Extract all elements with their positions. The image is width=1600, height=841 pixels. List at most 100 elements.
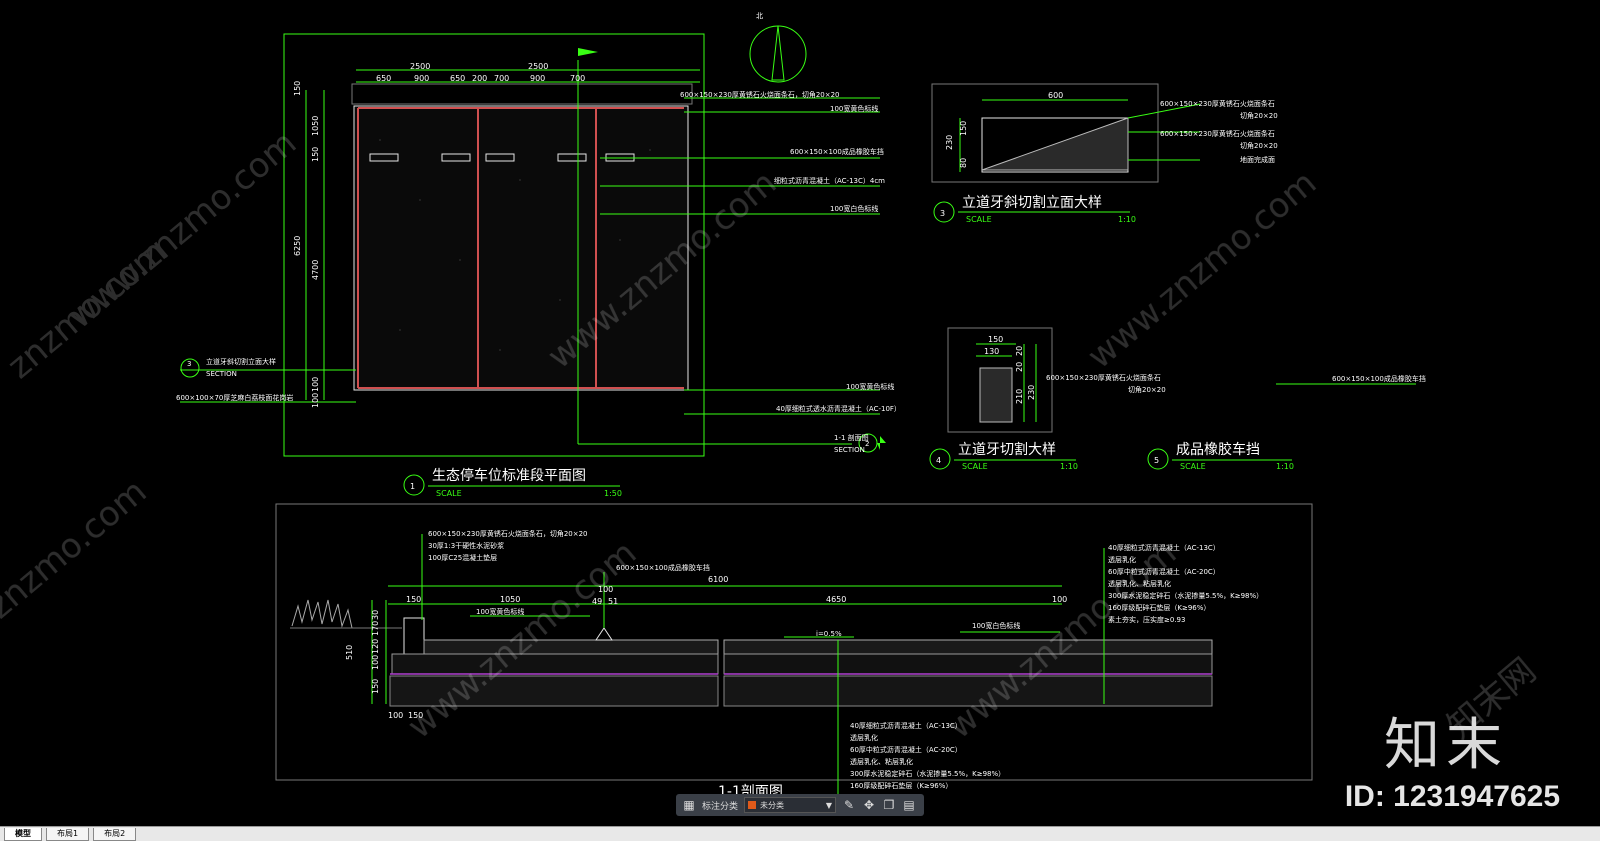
sec-left-leader-2: 100厚C25混凝土垫层: [428, 553, 497, 562]
d4-leader-1: 切角20×20: [1128, 385, 1166, 394]
d3-leader-0: 600×150×230厚黄锈石火烧面条石: [1160, 99, 1275, 108]
watermark-logo: 知末: [1384, 713, 1508, 778]
d4-title: 立道牙切割大样: [958, 441, 1056, 458]
sec-bottom-leader-5: 160厚级配碎石垫层（K≥96%）: [850, 781, 952, 790]
sec-bottom-leader-3: 透层乳化、粘层乳化: [850, 757, 913, 766]
d5-leader: 600×150×100成品橡胶车挡: [1332, 374, 1426, 383]
plan-dim-top-1: 2500: [528, 62, 548, 71]
d3-leader-1: 切角20×20: [1240, 111, 1278, 120]
d3-title: 立道牙斜切割立面大样: [962, 194, 1102, 211]
copy-icon[interactable]: ❐: [882, 798, 896, 812]
d5-scale-label: SCALE: [1180, 462, 1206, 471]
plan-dim-sub-1: 900: [414, 74, 429, 83]
sec-bottom-leader-2: 60厚中粒式沥青混凝土（AC-20C）: [850, 745, 962, 754]
toolbar-label: 标注分类: [702, 801, 739, 812]
watermark-id: ID: 1231947625: [1344, 780, 1560, 813]
grid-icon[interactable]: ▦: [682, 798, 696, 812]
sec-dim-left-3: 120: [371, 639, 380, 654]
d3-dim-left-2: 80: [959, 158, 968, 168]
section-mark-sub: SECTION: [834, 446, 865, 454]
d3-dim-left-1: 150: [959, 121, 968, 136]
plan-left-note-2: 600×100×70厚芝麻白荔枝面花岗岩: [176, 393, 293, 402]
plan-leader-4: 100宽白色标线: [830, 204, 878, 213]
plan-left-note-1-sub: SECTION: [206, 370, 237, 378]
move-icon[interactable]: ✥: [862, 798, 876, 812]
section-mark-label: 1-1 剖面图: [834, 433, 869, 442]
sec-slope: i=0.5%: [816, 630, 842, 638]
d4-dim-top-0: 150: [988, 335, 1003, 344]
sec-dim-left-2: 100: [371, 655, 380, 670]
sec-dim-left-1: 150: [371, 679, 380, 694]
plan-leader-1: 100宽黄色标线: [830, 104, 878, 113]
sec-dim-1: 100: [1052, 595, 1067, 604]
d4-title-num: 4: [936, 456, 941, 465]
plan-dim-sub-2: 650: [450, 74, 465, 83]
sec-left-leader-0: 600×150×230厚黄锈石火烧面条石，切角20×20: [428, 529, 588, 538]
plan-leader-0: 600×150×230厚黄锈石火烧面条石，切角20×20: [680, 90, 840, 99]
plan-dim-sub-3: 200: [472, 74, 487, 83]
sec-yellow-line: 100宽黄色标线: [476, 607, 524, 616]
plan-dim-left-3: 6250: [293, 236, 302, 256]
d3-leader-2: 600×150×230厚黄锈石火烧面条石: [1160, 129, 1275, 138]
d3-dim-left-0: 230: [945, 135, 954, 150]
watermark-text-2: www.znzmo.com: [60, 123, 304, 337]
sec-dim-0: 6100: [708, 575, 728, 584]
d4-scale-label: SCALE: [962, 462, 988, 471]
plan-leader-5: 100宽黄色标线: [846, 382, 894, 391]
edit-icon[interactable]: ✎: [842, 798, 856, 812]
sec-bottom-leader-1: 透层乳化: [850, 733, 878, 742]
plan-leader-2: 600×150×100成品橡胶车挡: [790, 147, 884, 156]
plan-dim-left-4: 4700: [311, 260, 320, 280]
sec-dim-left-5: 30: [371, 610, 380, 620]
d3-title-num: 3: [940, 209, 945, 218]
plan-dim-sub-5: 900: [530, 74, 545, 83]
plan-scale-value: 1:50: [604, 489, 622, 498]
d3-scale-value: 1:10: [1118, 215, 1136, 224]
category-select[interactable]: 未分类 ▼: [744, 797, 837, 813]
sec-dim-left-0: 510: [345, 645, 354, 660]
plan-title-num: 1: [410, 482, 415, 491]
d4-dim-right-2: 210: [1015, 389, 1024, 404]
watermark-text-4: www.znzmo.com: [1080, 163, 1324, 377]
plan-dim-sub-0: 650: [376, 74, 391, 83]
plan-dim-top-0: 2500: [410, 62, 430, 71]
sec-left-leader-1: 30厚1:3干硬性水泥砂浆: [428, 541, 504, 550]
d3-scale-label: SCALE: [966, 215, 992, 224]
d5-scale-value: 1:10: [1276, 462, 1294, 471]
plan-dim-sub-4: 700: [494, 74, 509, 83]
plan-dim-left-1: 1050: [311, 116, 320, 136]
category-swatch: [748, 801, 757, 809]
layout-tab-bar: 模型 布局1 布局2: [0, 826, 1600, 841]
tab-layout-1[interactable]: 布局1: [46, 827, 90, 841]
d3-leader-4: 地面完成面: [1240, 155, 1275, 164]
d4-dim-right-0: 20: [1015, 346, 1024, 356]
plan-title: 生态停车位标准段平面图: [432, 467, 586, 484]
cad-drawing-canvas[interactable]: 600×150×230厚黄锈石火烧面条石，切角20×20 100宽黄色标线 60…: [0, 0, 1600, 826]
paste-icon[interactable]: ▤: [902, 798, 916, 812]
d3-dim-top: 600: [1048, 91, 1063, 100]
sec-white-line: 100宽白色标线: [972, 621, 1020, 630]
chevron-down-icon: ▼: [825, 800, 833, 810]
sec-dim-3: 1050: [500, 595, 520, 604]
category-select-value: 未分类: [760, 800, 785, 810]
annotation-toolbar: ▦ 标注分类 未分类 ▼ ✎ ✥ ❐ ▤: [676, 794, 924, 816]
d3-leader-3: 切角20×20: [1240, 141, 1278, 150]
plan-leader-3: 细粒式沥青混凝土（AC-13C）4cm: [774, 176, 885, 185]
d5-title: 成品橡胶车挡: [1176, 441, 1260, 458]
sec-dim-left-4: 170: [371, 621, 380, 636]
plan-scale-label: SCALE: [436, 489, 462, 498]
d5-title-num: 5: [1154, 456, 1159, 465]
d4-dim-right-1: 20: [1015, 362, 1024, 372]
sec-bottom-leader-4: 300厚水泥稳定碎石（水泥掺量5.5%，K≥98%）: [850, 769, 1005, 778]
north-label: 北: [756, 12, 763, 20]
plan-dim-sub-6: 700: [570, 74, 585, 83]
plan-left-note-num: 3: [187, 360, 191, 368]
tab-model[interactable]: 模型: [4, 827, 42, 841]
sec-dim-2: 150: [406, 595, 421, 604]
d4-scale-value: 1:10: [1060, 462, 1078, 471]
plan-dim-left-2: 150: [311, 147, 320, 162]
d4-dim-right-3: 230: [1027, 385, 1036, 400]
north-arrow-icon: [749, 25, 807, 83]
plan-dim-left-5: 100: [311, 377, 320, 392]
tab-layout-2[interactable]: 布局2: [93, 827, 137, 841]
